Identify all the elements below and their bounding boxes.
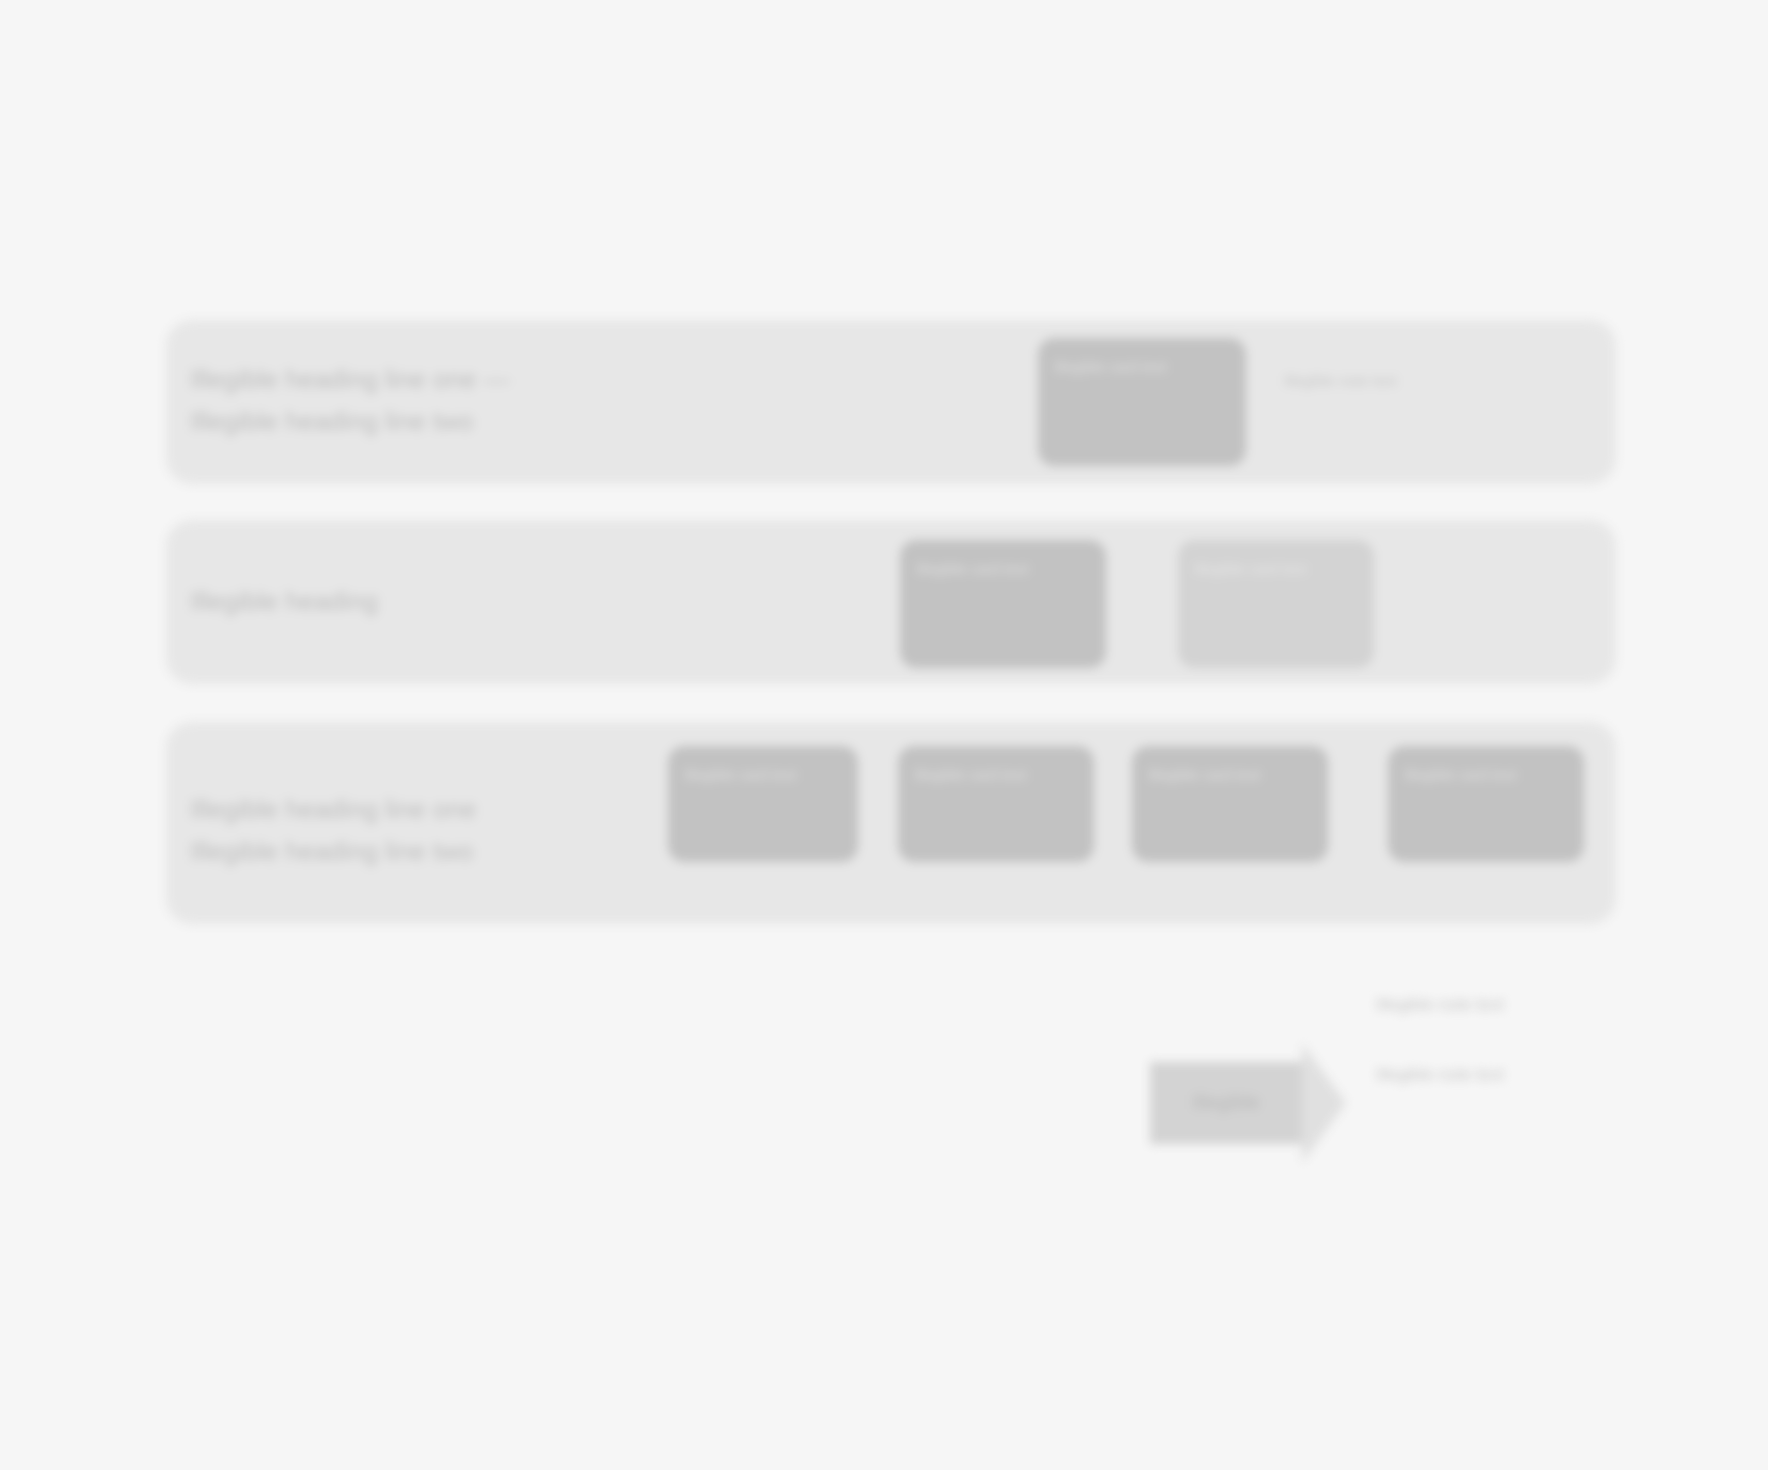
band-1-card-1: Illegible card text [1038, 338, 1246, 466]
note-bottom: Illegible note text [1376, 1065, 1504, 1084]
band-1: Illegible heading line one — Illegible h… [166, 320, 1616, 484]
arrow-shape: Illegible [1150, 1062, 1302, 1144]
band-3-label: Illegible heading line one Illegible hea… [190, 794, 477, 866]
band-2-label: Illegible heading [190, 586, 378, 616]
band-1-label: Illegible heading line one — Illegible h… [190, 364, 510, 436]
band-3-card-2: Illegible card text [898, 746, 1094, 862]
band-2-card-2: Illegible card text [1178, 540, 1374, 668]
band-3: Illegible heading line one Illegible hea… [166, 722, 1616, 924]
diagram-canvas: Illegible heading line one — Illegible h… [0, 0, 1768, 1470]
band-3-card-4: Illegible card text [1388, 746, 1584, 862]
band-2: Illegible heading Illegible card text Il… [166, 520, 1616, 684]
arrow-label: Illegible [1192, 1091, 1260, 1114]
arrow-head-shape [1302, 1043, 1346, 1163]
band-3-card-1: Illegible card text [668, 746, 858, 862]
band-3-card-3: Illegible card text [1132, 746, 1328, 862]
band-1-side-note: Illegible note text [1284, 373, 1397, 390]
band-2-card-1: Illegible card text [900, 540, 1106, 668]
note-top: Illegible note text [1376, 995, 1504, 1014]
